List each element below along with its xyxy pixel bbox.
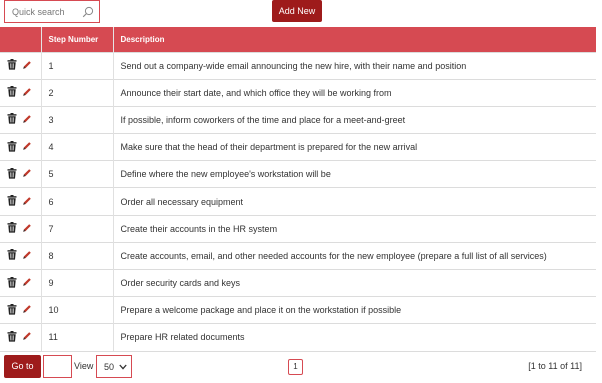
pencil-icon[interactable] — [22, 277, 32, 289]
table-row[interactable]: 1 Send out a company-wide email announcin… — [0, 51, 596, 80]
table-row[interactable]: 4 Make sure that the head of their depart… — [0, 133, 596, 161]
step-number-cell: 4 — [41, 133, 114, 161]
pencil-icon[interactable] — [22, 60, 32, 72]
description-cell: Prepare HR related documents — [113, 323, 596, 352]
description-cell: Make sure that the head of their departm… — [113, 133, 596, 161]
column-header-step-number[interactable]: Step Number — [41, 27, 114, 52]
row-actions — [0, 187, 42, 216]
description-cell: Order all necessary equipment — [113, 187, 596, 216]
table-row[interactable]: 8 Create accounts, email, and other neede… — [0, 241, 596, 270]
quick-search-box[interactable] — [4, 0, 100, 23]
page-button-1[interactable]: 1 — [288, 359, 303, 375]
description-cell: Order security cards and keys — [113, 268, 596, 297]
table-row[interactable]: 2 Announce their start date, and which of… — [0, 78, 596, 107]
row-actions — [0, 105, 42, 134]
row-actions — [0, 51, 42, 80]
record-range-text: [1 to 11 of 11] — [528, 361, 582, 371]
trash-icon[interactable] — [7, 86, 17, 99]
chevron-down-icon — [119, 364, 127, 370]
trash-icon[interactable] — [7, 276, 17, 290]
trash-icon[interactable] — [7, 303, 17, 317]
trash-icon[interactable] — [7, 167, 17, 181]
table-row[interactable]: 3 If possible, inform coworkers of the ti… — [0, 105, 596, 134]
go-to-button[interactable]: Go to — [4, 355, 41, 378]
step-number-cell: 1 — [41, 51, 114, 80]
description-cell: Define where the new employee's workstat… — [113, 160, 596, 188]
trash-icon[interactable] — [7, 195, 17, 208]
pagination-bar: Go to View 50 1 [1 to 11 of 11] — [0, 353, 602, 383]
description-cell: Prepare a welcome package and place it o… — [113, 296, 596, 324]
description-cell: Create their accounts in the HR system — [113, 214, 596, 243]
view-label: View — [74, 361, 94, 371]
step-number-cell: 9 — [41, 268, 114, 297]
trash-icon[interactable] — [7, 330, 17, 344]
toolbar: Add New — [0, 0, 602, 27]
row-actions — [0, 241, 42, 270]
step-number-cell: 5 — [41, 160, 114, 188]
step-number-cell: 6 — [41, 187, 114, 216]
table-body: 1 Send out a company-wide email announcin… — [0, 51, 596, 352]
row-actions — [0, 160, 42, 188]
page-size-value: 50 — [104, 362, 115, 372]
pencil-icon[interactable] — [22, 250, 32, 262]
row-actions — [0, 268, 42, 297]
steps-grid: Step Number Description 1 Send out a comp… — [0, 27, 596, 352]
row-actions — [0, 323, 42, 352]
pencil-icon[interactable] — [22, 114, 32, 126]
row-actions — [0, 214, 42, 243]
pencil-icon[interactable] — [22, 141, 32, 153]
table-header-row: Step Number Description — [0, 27, 596, 52]
row-actions — [0, 296, 42, 324]
step-number-cell: 11 — [41, 323, 114, 352]
description-cell: Create accounts, email, and other needed… — [113, 241, 596, 270]
column-header-actions — [0, 27, 42, 52]
trash-icon[interactable] — [7, 113, 17, 126]
pencil-icon[interactable] — [22, 168, 32, 180]
description-cell: Announce their start date, and which off… — [113, 78, 596, 107]
description-cell: Send out a company-wide email announcing… — [113, 51, 596, 80]
search-icon[interactable] — [82, 6, 94, 18]
pencil-icon[interactable] — [22, 331, 32, 343]
table-row[interactable]: 7 Create their accounts in the HR system — [0, 214, 596, 243]
column-header-description[interactable]: Description — [113, 27, 596, 52]
search-input[interactable] — [5, 1, 81, 22]
trash-icon[interactable] — [7, 140, 17, 154]
pencil-icon[interactable] — [22, 304, 32, 316]
page-size-select[interactable]: 50 — [96, 355, 132, 378]
table-row[interactable]: 5 Define where the new employee's worksta… — [0, 160, 596, 188]
table-row[interactable]: 6 Order all necessary equipment — [0, 187, 596, 216]
pencil-icon[interactable] — [22, 87, 32, 99]
step-number-cell: 10 — [41, 296, 114, 324]
table-row[interactable]: 11 Prepare HR related documents — [0, 323, 596, 352]
pencil-icon[interactable] — [22, 196, 32, 208]
steps-table: Step Number Description 1 Send out a comp… — [0, 27, 596, 352]
step-number-cell: 7 — [41, 214, 114, 243]
table-row[interactable]: 10 Prepare a welcome package and place it… — [0, 296, 596, 324]
row-actions — [0, 133, 42, 161]
go-to-page-input[interactable] — [43, 355, 72, 378]
trash-icon[interactable] — [7, 249, 17, 262]
row-actions — [0, 78, 42, 107]
pencil-icon[interactable] — [22, 223, 32, 235]
step-number-cell: 2 — [41, 78, 114, 107]
add-new-button[interactable]: Add New — [272, 0, 322, 22]
description-cell: If possible, inform coworkers of the tim… — [113, 105, 596, 134]
step-number-cell: 3 — [41, 105, 114, 134]
step-number-cell: 8 — [41, 241, 114, 270]
trash-icon[interactable] — [7, 222, 17, 235]
table-row[interactable]: 9 Order security cards and keys — [0, 268, 596, 297]
trash-icon[interactable] — [7, 59, 17, 72]
